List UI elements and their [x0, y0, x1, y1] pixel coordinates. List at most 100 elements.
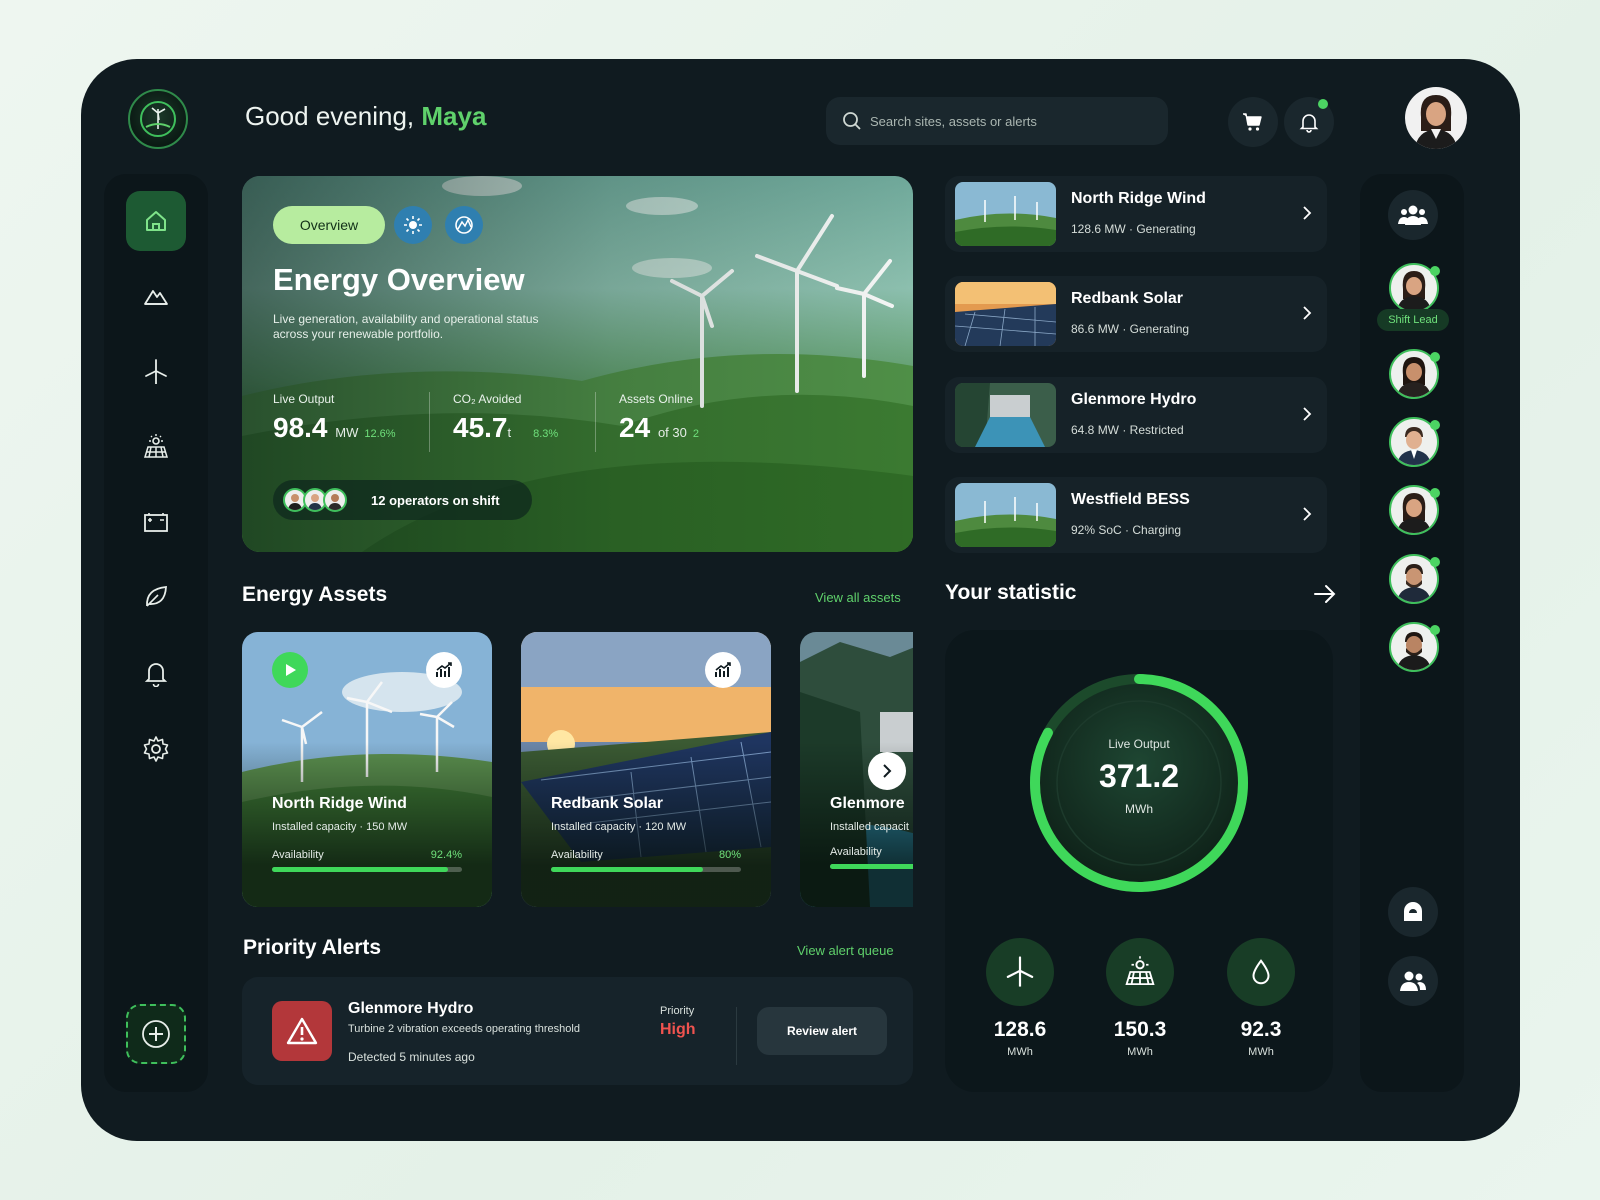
site-row[interactable]: North Ridge Wind 128.6 MW · Generating	[945, 176, 1327, 252]
review-alert-button[interactable]: Review alert	[757, 1007, 887, 1055]
stat-value: 92.3	[1240, 1018, 1282, 1041]
solar-panel-icon	[1125, 956, 1155, 986]
weather-button[interactable]	[394, 206, 432, 244]
online-status-dot	[1430, 266, 1440, 276]
sidebar-item-storage[interactable]	[126, 492, 186, 552]
availability-value: 80%	[718, 849, 741, 861]
chevron-right-icon	[1303, 507, 1312, 521]
site-name: Glenmore Hydro	[1071, 391, 1197, 408]
sidebar-item-sustainability[interactable]	[126, 567, 186, 627]
sidebar	[104, 174, 208, 1092]
availability-label: Availability	[830, 846, 882, 858]
hydro-output-stat: 92.3 MWh	[1221, 938, 1301, 1058]
gauge-value: 371.2	[1098, 758, 1180, 794]
stat-live-output: Live Output 98.4 MW 12.6%	[273, 392, 396, 444]
view-all-assets-link[interactable]: View all assets	[815, 590, 901, 605]
wind-turbine-icon	[1006, 956, 1034, 987]
solar-badge	[1106, 938, 1174, 1006]
operator-avatars	[283, 488, 347, 512]
online-status-dot	[1430, 352, 1440, 362]
wind-badge	[986, 938, 1054, 1006]
gauge-unit: MWh	[1125, 802, 1153, 816]
availability-fill	[830, 864, 913, 869]
sidebar-item-wind[interactable]	[126, 342, 186, 402]
alert-detected-time: Detected 5 minutes ago	[348, 1050, 475, 1064]
view-alert-queue-link[interactable]: View alert queue	[797, 943, 894, 958]
bell-icon	[1299, 114, 1319, 133]
bell-icon	[144, 663, 168, 687]
add-button[interactable]	[126, 1004, 186, 1064]
arrow-right-icon[interactable]	[1313, 583, 1337, 605]
sidebar-item-alerts[interactable]	[126, 643, 186, 703]
stat-change: 12.6%	[364, 428, 396, 440]
statistic-title: Your statistic	[945, 581, 1077, 604]
search-bar[interactable]	[826, 97, 1168, 145]
chevron-right-icon	[1303, 206, 1312, 220]
team-rail: Shift Lead	[1360, 174, 1464, 1092]
availability-label: Availability	[272, 849, 324, 861]
site-name: North Ridge Wind	[1071, 190, 1206, 207]
stat-unit: t	[507, 425, 512, 440]
stat-label: Assets Online	[619, 392, 694, 406]
map-button[interactable]	[445, 206, 483, 244]
site-name: Westfield BESS	[1071, 491, 1190, 508]
chevron-right-icon	[1303, 306, 1312, 320]
stat-divider	[595, 392, 596, 452]
online-status-dot	[1430, 420, 1440, 430]
search-input[interactable]	[870, 113, 1130, 129]
priority-alerts-title: Priority Alerts	[243, 936, 382, 959]
app-logo[interactable]	[128, 89, 188, 149]
asset-name: Glenmore	[830, 795, 905, 812]
alert-item[interactable]: Glenmore Hydro Turbine 2 vibration excee…	[242, 977, 913, 1085]
site-name: Redbank Solar	[1071, 290, 1184, 307]
sidebar-item-settings[interactable]	[126, 719, 186, 779]
cart-button[interactable]	[1228, 97, 1278, 147]
sidebar-item-home[interactable]	[126, 191, 186, 251]
water-drop-icon	[1252, 959, 1270, 985]
notifications-button[interactable]	[1284, 97, 1334, 147]
group-icon	[1398, 205, 1428, 225]
site-thumbnail	[955, 383, 1056, 447]
team-button[interactable]	[1388, 190, 1438, 240]
stat-label: Live Output	[273, 392, 335, 406]
site-row[interactable]: Glenmore Hydro 64.8 MW · Restricted	[945, 377, 1327, 453]
chart-trend-icon	[436, 662, 452, 677]
greeting: Good evening, Maya	[245, 101, 486, 132]
site-row[interactable]: Redbank Solar 86.6 MW · Generating	[945, 276, 1327, 352]
support-button[interactable]	[1388, 887, 1438, 937]
site-status: 64.8 MW · Restricted	[1071, 423, 1184, 437]
overview-tab[interactable]: Overview	[273, 206, 385, 244]
hero-title: Energy Overview	[273, 262, 525, 297]
analytics-button[interactable]	[426, 652, 462, 688]
stat-value: 24	[619, 412, 651, 443]
analytics-button[interactable]	[705, 652, 741, 688]
statistic-panel: Live Output 371.2 MWh 128.6 MWh 150.3 MW…	[945, 630, 1333, 1092]
site-row[interactable]: Westfield BESS 92% SoC · Charging	[945, 477, 1327, 553]
site-thumbnail	[955, 483, 1056, 547]
operators-on-shift[interactable]: 12 operators on shift	[273, 480, 532, 520]
sidebar-item-solar[interactable]	[126, 417, 186, 477]
leaf-icon	[146, 585, 167, 607]
sidebar-item-sites[interactable]	[126, 266, 186, 326]
next-assets-button[interactable]	[868, 752, 906, 790]
asset-card[interactable]: Redbank Solar Installed capacity · 120 M…	[521, 632, 771, 907]
play-button[interactable]	[272, 652, 308, 688]
stat-unit: MWh	[1248, 1046, 1274, 1058]
contacts-button[interactable]	[1388, 956, 1438, 1006]
operator-avatar	[323, 488, 347, 512]
asset-card[interactable]: Glenmore Installed capacit Availability	[800, 632, 913, 907]
asset-card[interactable]: North Ridge Wind Installed capacity · 15…	[242, 632, 492, 907]
asset-capacity: Installed capacity · 150 MW	[272, 821, 408, 833]
hydro-badge	[1227, 938, 1295, 1006]
gauge-label: Live Output	[1108, 737, 1170, 751]
play-icon	[286, 664, 296, 676]
shift-lead-badge: Shift Lead	[1377, 309, 1449, 331]
user-avatar[interactable]	[1405, 87, 1467, 149]
stat-label: CO₂ Avoided	[453, 392, 522, 406]
chevron-right-icon	[1303, 407, 1312, 421]
availability-bar	[272, 867, 462, 872]
stat-co2-avoided: CO₂ Avoided 45.7t 8.3%	[453, 392, 558, 444]
cart-icon	[1243, 113, 1262, 131]
stat-change: 2	[692, 428, 699, 440]
operators-count: 12 operators on shift	[371, 492, 500, 508]
